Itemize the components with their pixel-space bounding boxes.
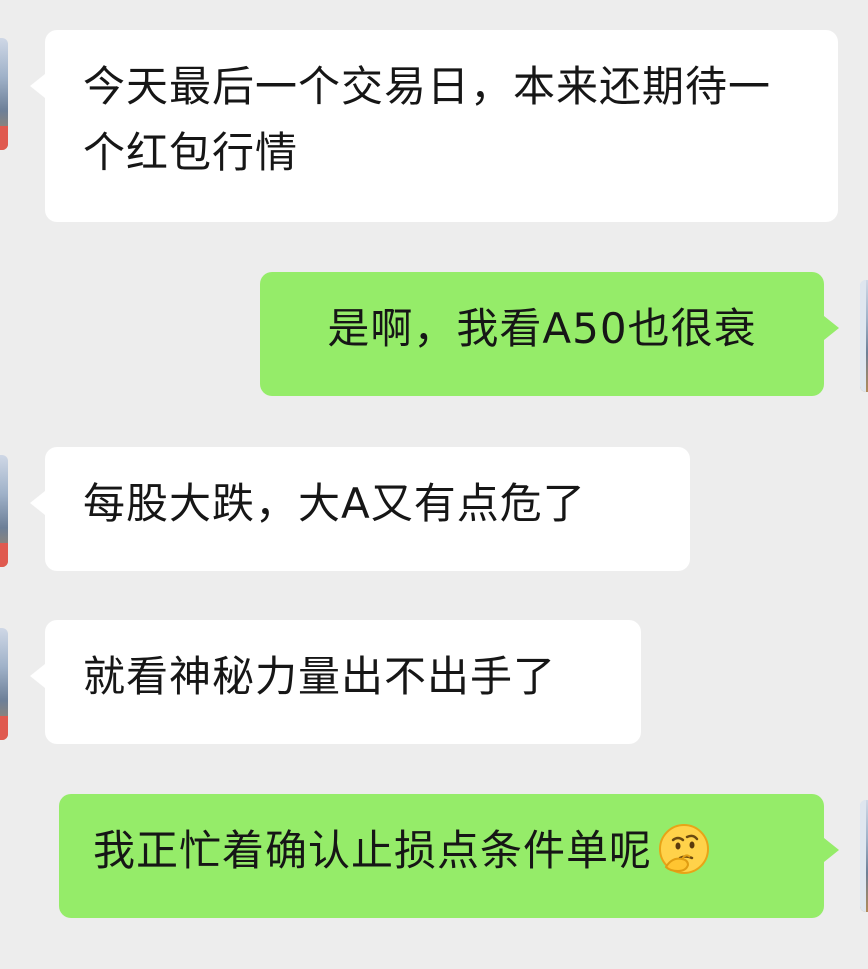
bubble-tail bbox=[30, 664, 45, 688]
contact-avatar[interactable] bbox=[0, 38, 8, 150]
contact-avatar[interactable] bbox=[0, 455, 8, 567]
message-text: 每股大跌，大A又有点危了 bbox=[83, 479, 586, 528]
message-bubble-incoming[interactable]: 就看神秘力量出不出手了 bbox=[30, 620, 641, 744]
thinking-face-icon bbox=[659, 824, 710, 874]
avatar-badge bbox=[0, 716, 8, 740]
message-text: 我正忙着确认止损点条件单呢 bbox=[93, 826, 653, 875]
bubble-tail bbox=[30, 491, 45, 515]
message-bubble-incoming[interactable]: 今天最后一个交易日，本来还期待一个红包行情 bbox=[30, 30, 838, 222]
own-avatar[interactable] bbox=[860, 280, 868, 392]
contact-avatar[interactable] bbox=[0, 628, 8, 740]
message-text: 是啊，我看A50也很衰 bbox=[327, 304, 757, 353]
bubble-tail bbox=[824, 316, 839, 340]
message-bubble-incoming[interactable]: 每股大跌，大A又有点危了 bbox=[30, 447, 690, 571]
own-avatar[interactable] bbox=[860, 800, 868, 912]
bubble-tail bbox=[824, 838, 839, 862]
message-text: 就看神秘力量出不出手了 bbox=[83, 652, 557, 701]
avatar-badge bbox=[0, 543, 8, 567]
avatar-border bbox=[860, 280, 866, 392]
chat-area: 今天最后一个交易日，本来还期待一个红包行情 是啊，我看A50也很衰 每股大跌，大… bbox=[0, 0, 868, 969]
avatar-border bbox=[860, 800, 866, 912]
message-bubble-outgoing[interactable]: 我正忙着确认止损点条件单呢 bbox=[59, 794, 839, 918]
bubble-tail bbox=[30, 74, 45, 98]
message-bubble-outgoing[interactable]: 是啊，我看A50也很衰 bbox=[260, 272, 839, 396]
avatar-badge bbox=[0, 126, 8, 150]
message-text: 今天最后一个交易日，本来还期待一个红包行情 bbox=[83, 62, 772, 177]
